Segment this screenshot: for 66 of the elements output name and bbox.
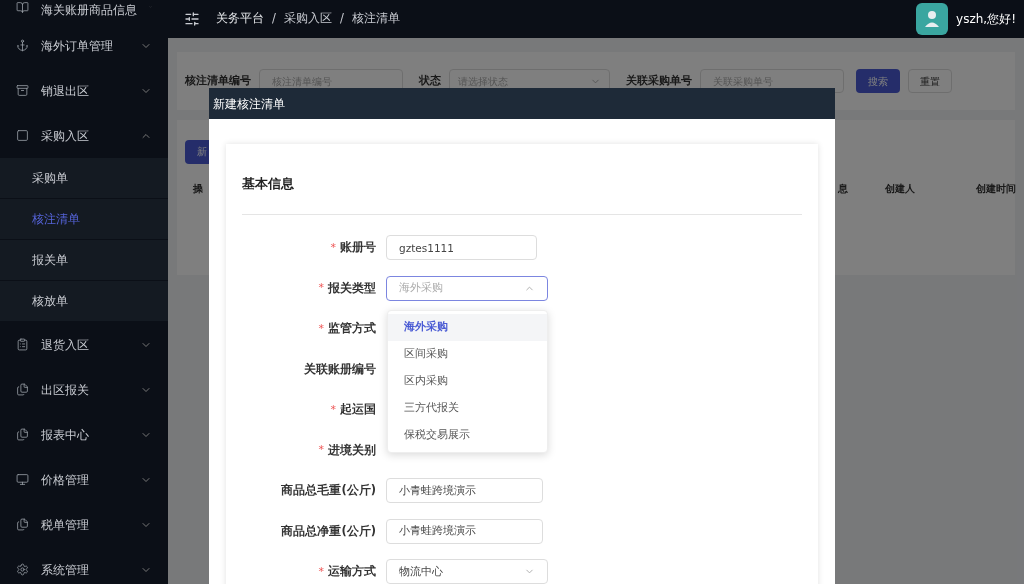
sidebar-item[interactable]: 海关账册商品信息	[0, 0, 168, 23]
square-icon	[16, 129, 29, 142]
field-label: 关联账册编号	[304, 360, 376, 378]
sidebar-item[interactable]: 海外订单管理	[0, 23, 168, 68]
clipboard-icon	[16, 338, 29, 351]
field-label: 进境关别	[328, 441, 376, 459]
sidebar-item[interactable]: 销退出区	[0, 68, 168, 113]
field-label: 商品总净重(公斤)	[281, 522, 376, 540]
monitor-icon	[16, 473, 29, 486]
column-header: 创建时间	[976, 181, 1016, 196]
dropdown-option[interactable]: 三方代报关	[388, 395, 547, 422]
box-icon	[16, 84, 29, 97]
column-header: 息	[838, 181, 848, 196]
submenu-item[interactable]: 核注清单	[0, 199, 168, 240]
dropdown-option[interactable]: 区间采购	[388, 341, 547, 368]
input-field[interactable]: 小青蛙跨境演示	[386, 518, 543, 544]
section-title: 基本信息	[242, 175, 295, 193]
field-label: 运输方式	[328, 563, 376, 581]
field-label: 起运国	[340, 401, 376, 419]
sidebar-item[interactable]: 出区报关	[0, 367, 168, 412]
sidebar-item[interactable]: 报表中心	[0, 412, 168, 457]
breadcrumb-separator: /	[339, 10, 344, 28]
field-label: 状态	[419, 72, 441, 89]
dropdown-option[interactable]: 海外采购	[388, 314, 547, 341]
sidebar-item[interactable]: 退货入区	[0, 322, 168, 367]
input-field[interactable]: gztes1111	[386, 235, 537, 261]
field-label: 账册号	[340, 239, 376, 257]
field-label: 商品总毛重(公斤)	[281, 482, 376, 500]
reset-button[interactable]: 重置	[908, 69, 952, 93]
avatar[interactable]	[916, 3, 949, 35]
sidebar-item[interactable]: 采购入区	[0, 113, 168, 158]
document-icon	[16, 383, 29, 396]
breadcrumb-item: 核注清单	[351, 10, 400, 28]
breadcrumb-item[interactable]: 关务平台	[216, 10, 264, 28]
sidebar-item[interactable]: 价格管理	[0, 457, 168, 502]
required-mark: *	[330, 401, 336, 418]
document-icon	[16, 518, 29, 531]
anchor-icon	[16, 39, 29, 52]
book-icon	[16, 1, 29, 14]
breadcrumb-separator: /	[272, 10, 276, 28]
input-field[interactable]: 小青蛙跨境演示	[386, 478, 543, 504]
user-greeting: yszh,您好!	[956, 11, 1016, 28]
breadcrumb-item[interactable]: 采购入区	[283, 10, 332, 28]
column-header: 操	[193, 181, 203, 196]
select-field[interactable]: 物流中心	[386, 559, 548, 584]
sidebar-item[interactable]: 税单管理	[0, 502, 168, 547]
submenu-item[interactable]: 采购单	[0, 158, 168, 199]
field-label: 关联采购单号	[626, 72, 692, 89]
submenu-item[interactable]: 报关单	[0, 240, 168, 281]
column-header: 创建人	[885, 181, 915, 196]
field-label: 报关类型	[328, 279, 376, 297]
required-mark: *	[318, 280, 324, 296]
settings-icon	[16, 563, 29, 576]
required-mark: *	[318, 442, 324, 458]
required-mark: *	[330, 239, 336, 256]
required-mark: *	[318, 563, 324, 580]
menu-icon[interactable]	[184, 11, 200, 27]
dropdown-option[interactable]: 保税交易展示	[388, 422, 547, 449]
field-label: 核注清单编号	[185, 72, 251, 89]
submenu-item[interactable]: 核放单	[0, 281, 168, 322]
sidebar-item[interactable]: 系统管理	[0, 547, 168, 584]
dialog-title: 新建核注清单	[213, 95, 285, 113]
field-label: 监管方式	[328, 320, 376, 338]
dropdown-option[interactable]: 区内采购	[388, 368, 547, 395]
document-icon	[16, 428, 29, 441]
required-mark: *	[318, 320, 324, 337]
